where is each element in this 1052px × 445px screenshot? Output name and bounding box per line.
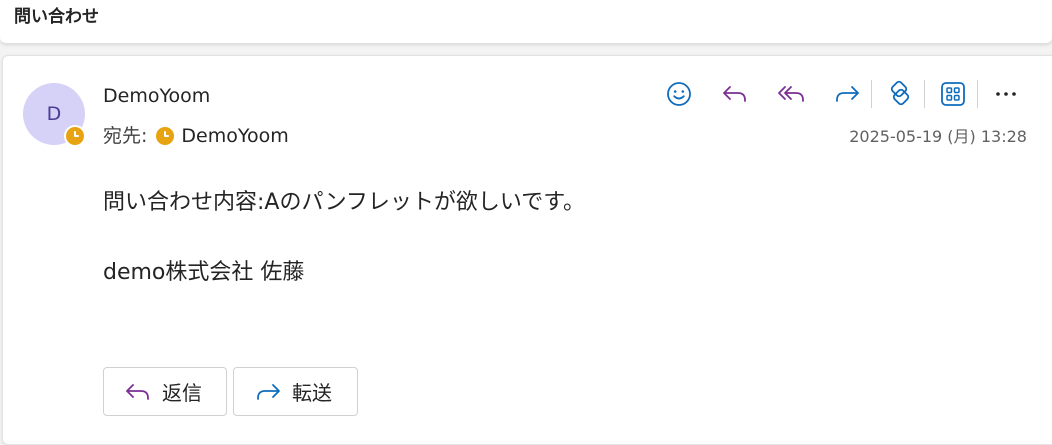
loop-app-icon <box>890 80 910 106</box>
toolbar-divider <box>924 80 925 108</box>
recipients-row: 宛先: DemoYoom <box>103 124 289 148</box>
emoji-button[interactable] <box>659 76 699 112</box>
message-signature: demo株式会社 佐藤 <box>103 260 305 285</box>
message-toolbar <box>659 76 1042 112</box>
reply-icon <box>723 86 746 102</box>
clock-icon <box>66 127 84 145</box>
more-options-button[interactable] <box>986 76 1026 112</box>
message-body-line: 問い合わせ内容:Aのパンフレットが欲しいです。 <box>103 190 586 215</box>
toolbar-divider <box>977 80 978 108</box>
recipient-name[interactable]: DemoYoom <box>181 124 288 148</box>
message-card: D DemoYoom 宛先: DemoYoom 2025-05-19 (月) 1… <box>2 55 1052 445</box>
reply-all-button[interactable] <box>771 76 811 112</box>
apps-icon <box>941 82 965 106</box>
forward-button[interactable] <box>827 76 867 112</box>
reply-action-button[interactable]: 返信 <box>103 367 227 416</box>
to-label: 宛先: <box>103 125 148 147</box>
apps-button[interactable] <box>933 76 973 112</box>
forward-icon <box>257 383 280 400</box>
more-icon <box>996 92 1016 96</box>
reply-action-label: 返信 <box>162 381 202 405</box>
presence-away-badge <box>64 125 86 147</box>
forward-action-label: 転送 <box>292 381 332 405</box>
reply-icon <box>126 383 149 400</box>
clock-icon <box>156 127 175 145</box>
emoji-icon <box>667 82 691 106</box>
toolbar-divider <box>871 80 872 108</box>
subject-bar: 問い合わせ <box>0 0 1052 44</box>
reply-button[interactable] <box>715 76 755 112</box>
reply-all-icon <box>778 86 804 102</box>
sender-name[interactable]: DemoYoom <box>103 84 210 108</box>
forward-icon <box>836 86 859 102</box>
message-subject: 問い合わせ <box>14 7 99 27</box>
forward-action-button[interactable]: 転送 <box>233 367 358 416</box>
message-date: 2025-05-19 (月) 13:28 <box>849 127 1027 146</box>
loop-app-button[interactable] <box>880 76 920 112</box>
avatar-initial: D <box>46 103 62 125</box>
